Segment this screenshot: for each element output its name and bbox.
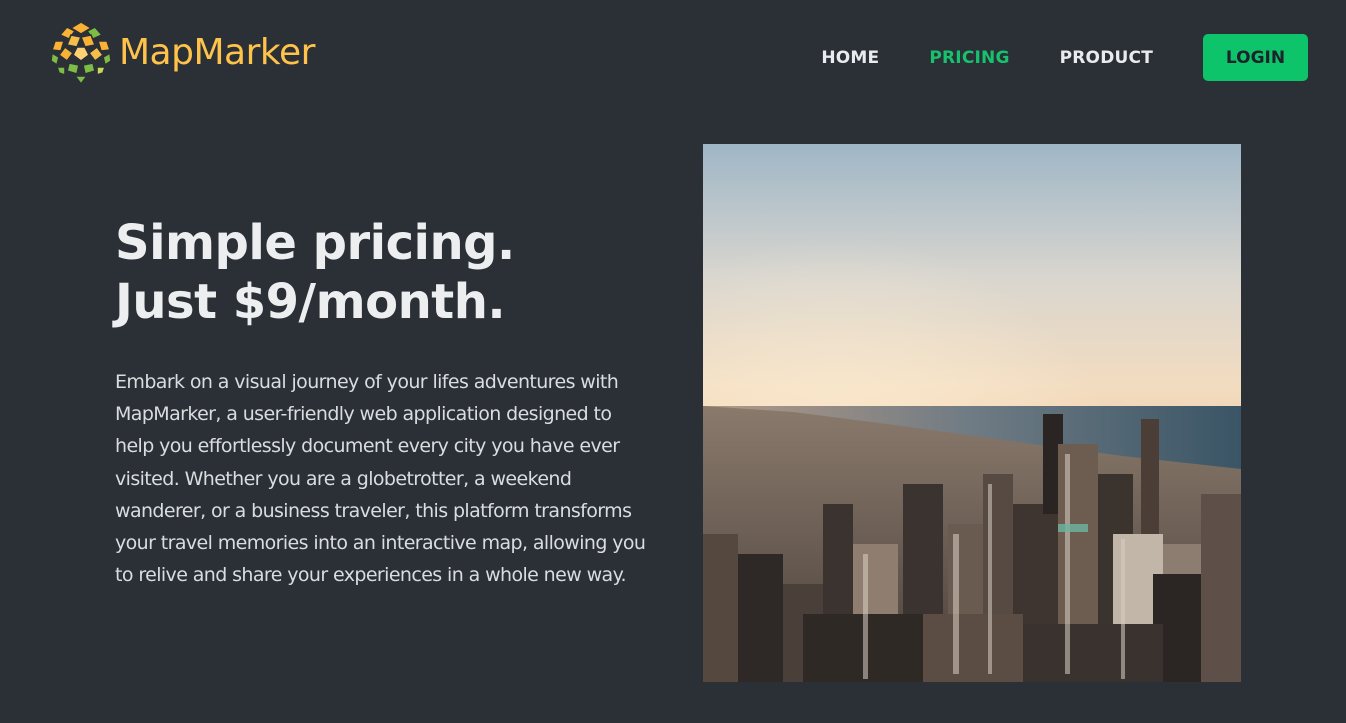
brand-logo[interactable]: MapMarker — [47, 19, 315, 87]
login-button[interactable]: LOGIN — [1203, 34, 1308, 81]
hero-title-line-2: Just $9/month. — [115, 274, 506, 330]
nav-home-link[interactable]: HOME — [821, 48, 879, 68]
nav-pricing-link[interactable]: PRICING — [929, 48, 1009, 68]
main-nav: HOME PRICING PRODUCT LOGIN — [821, 34, 1308, 81]
hero-title: Simple pricing. Just $9/month. — [115, 214, 515, 332]
city-skyline-aerial-photo — [703, 144, 1241, 682]
nav-product-link[interactable]: PRODUCT — [1060, 48, 1153, 68]
geo-mosaic-globe-icon — [49, 21, 113, 86]
hero-description: Embark on a visual journey of your lifes… — [115, 371, 646, 587]
hero-title-line-1: Simple pricing. — [115, 215, 515, 271]
brand-name: MapMarker — [119, 32, 315, 73]
